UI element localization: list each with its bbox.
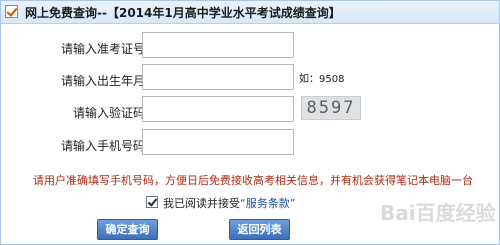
agree-label: 我已阅读并接受“服务条款” (163, 195, 295, 211)
back-button[interactable]: 返回列表 (229, 219, 290, 240)
panel-title-bar: 网上免费查询--【2014年1月高中学业水平考试成绩查询】 (1, 1, 499, 24)
agree-text: 我已阅读并接受 (163, 197, 240, 210)
captcha-input[interactable] (142, 96, 294, 122)
birth-month-input[interactable] (142, 64, 294, 90)
panel-title: 网上免费查询--【2014年1月高中学业水平考试成绩查询】 (25, 4, 341, 21)
agree-checkbox[interactable] (146, 196, 158, 208)
exam-number-input[interactable] (142, 32, 294, 58)
phone-notice: 请用户准确填写手机号码，方便日后免费接收高考相关信息，并有机会获得笔记本电脑一台 (33, 174, 473, 187)
terms-link[interactable]: “服务条款” (240, 197, 295, 210)
query-button[interactable]: 确定查询 (97, 219, 158, 240)
title-text: 【2014年1月高中学业水平考试成绩查询】 (106, 6, 341, 20)
title-prefix: 网上免费查询-- (25, 6, 107, 20)
checkbox-icon (5, 5, 18, 18)
watermark: Bai百度经验 (380, 201, 496, 225)
phone-input[interactable] (142, 129, 294, 155)
captcha-image[interactable]: 8597 (301, 96, 361, 120)
birth-month-hint: 如：9508 (299, 74, 345, 85)
